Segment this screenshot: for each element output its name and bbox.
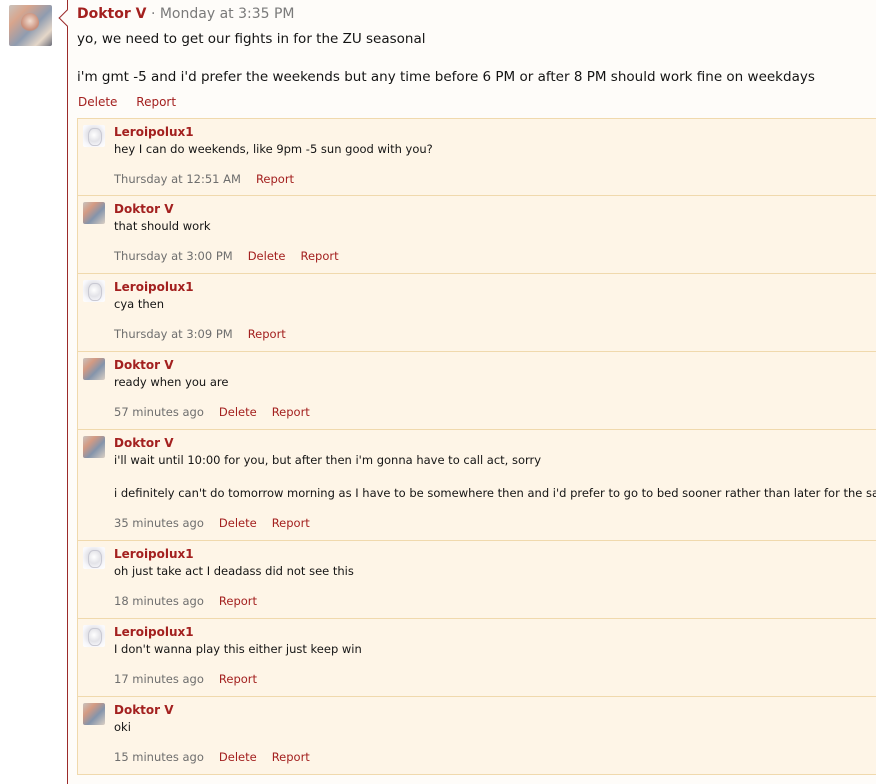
comment-timestamp[interactable]: 15 minutes ago <box>114 750 204 764</box>
post-delete-link[interactable]: Delete <box>78 95 117 109</box>
comment-timestamp[interactable]: Thursday at 12:51 AM <box>114 172 241 186</box>
comment-text: i'll wait until 10:00 for you, but after… <box>114 453 542 467</box>
comment-meta: 17 minutes ago Report <box>114 672 272 687</box>
comment-author[interactable]: Leroipolux1 <box>114 125 194 140</box>
post-author-name[interactable]: Doktor V <box>77 6 146 22</box>
comment-text: I don't wanna play this either just keep… <box>114 642 362 656</box>
comment-item: Doktor V oki 15 minutes ago Delete Report <box>77 697 876 775</box>
comment-meta: 35 minutes ago Delete Report <box>114 516 325 531</box>
comment-item: Leroipolux1 cya then Thursday at 3:09 PM Re… <box>77 274 876 352</box>
comment-author[interactable]: Leroipolux1 <box>114 625 194 640</box>
comment-text: oki <box>114 720 131 734</box>
comment-report-link[interactable]: Report <box>219 672 257 686</box>
comment-item: Doktor V ready when you are 57 minutes ago… <box>77 352 876 430</box>
comment-timestamp[interactable]: 35 minutes ago <box>114 516 204 530</box>
comment-avatar[interactable] <box>83 547 105 569</box>
comment-meta: 57 minutes ago Delete Report <box>114 405 325 420</box>
comment-author[interactable]: Doktor V <box>114 703 174 718</box>
comment-avatar[interactable] <box>83 358 105 380</box>
comment-meta: 18 minutes ago Report <box>114 594 272 609</box>
comment-report-link[interactable]: Report <box>272 405 310 419</box>
comment-delete-link[interactable]: Delete <box>219 516 257 530</box>
comment-report-link[interactable]: Report <box>248 327 286 341</box>
comment-text: hey I can do weekends, like 9pm -5 sun g… <box>114 142 433 156</box>
comment-author[interactable]: Leroipolux1 <box>114 280 194 295</box>
comment-author[interactable]: Doktor V <box>114 436 174 451</box>
comment-thread: Leroipolux1 hey I can do weekends, like 9… <box>77 118 876 775</box>
comment-text: cya then <box>114 297 164 311</box>
comment-report-link[interactable]: Report <box>300 249 338 263</box>
comment-timestamp[interactable]: Thursday at 3:00 PM <box>114 249 233 263</box>
comment-meta: Thursday at 3:09 PM Report <box>114 327 301 342</box>
comment-item: Leroipolux1 I don't wanna play this eithe… <box>77 619 876 697</box>
post-body-line-1: yo, we need to get our fights in for the… <box>77 31 426 47</box>
comment-meta: Thursday at 12:51 AM Report <box>114 172 309 187</box>
comment-text: i definitely can't do tomorrow morning a… <box>114 486 876 500</box>
post-header-separator: · <box>150 6 156 22</box>
post-timestamp[interactable]: Monday at 3:35 PM <box>160 6 295 22</box>
post-author-avatar[interactable] <box>9 5 52 46</box>
comment-meta: Thursday at 3:00 PM Delete Report <box>114 249 354 264</box>
comment-author[interactable]: Leroipolux1 <box>114 547 194 562</box>
comment-text: ready when you are <box>114 375 229 389</box>
comment-author[interactable]: Doktor V <box>114 202 174 217</box>
comment-item: Doktor V that should work Thursday at 3:00… <box>77 196 876 274</box>
post-actions: Delete Report <box>78 95 191 110</box>
comment-avatar[interactable] <box>83 280 105 302</box>
comment-avatar[interactable] <box>83 703 105 725</box>
comment-text: oh just take act I deadass did not see t… <box>114 564 354 578</box>
comment-report-link[interactable]: Report <box>219 594 257 608</box>
comment-avatar[interactable] <box>83 625 105 647</box>
comment-timestamp[interactable]: 57 minutes ago <box>114 405 204 419</box>
post-body-line-2: i'm gmt -5 and i'd prefer the weekends b… <box>77 69 815 85</box>
comment-item: Leroipolux1 hey I can do weekends, like 9… <box>77 118 876 196</box>
comment-delete-link[interactable]: Delete <box>219 405 257 419</box>
comment-author[interactable]: Doktor V <box>114 358 174 373</box>
comment-item: Leroipolux1 oh just take act I deadass di… <box>77 541 876 619</box>
comment-text: that should work <box>114 219 211 233</box>
comment-avatar[interactable] <box>83 436 105 458</box>
comment-timestamp[interactable]: Thursday at 3:09 PM <box>114 327 233 341</box>
comment-avatar[interactable] <box>83 125 105 147</box>
comment-item: Doktor V i'll wait until 10:00 for you, b… <box>77 430 876 541</box>
comment-meta: 15 minutes ago Delete Report <box>114 750 325 765</box>
comment-delete-link[interactable]: Delete <box>248 249 286 263</box>
comment-timestamp[interactable]: 17 minutes ago <box>114 672 204 686</box>
post-header: Doktor V · Monday at 3:35 PM <box>77 6 295 23</box>
post-report-link[interactable]: Report <box>136 95 176 109</box>
comment-delete-link[interactable]: Delete <box>219 750 257 764</box>
comment-report-link[interactable]: Report <box>272 516 310 530</box>
comment-avatar[interactable] <box>83 202 105 224</box>
comment-report-link[interactable]: Report <box>256 172 294 186</box>
comment-report-link[interactable]: Report <box>272 750 310 764</box>
profile-post-page: Doktor V · Monday at 3:35 PM yo, we need… <box>0 0 876 784</box>
comment-timestamp[interactable]: 18 minutes ago <box>114 594 204 608</box>
